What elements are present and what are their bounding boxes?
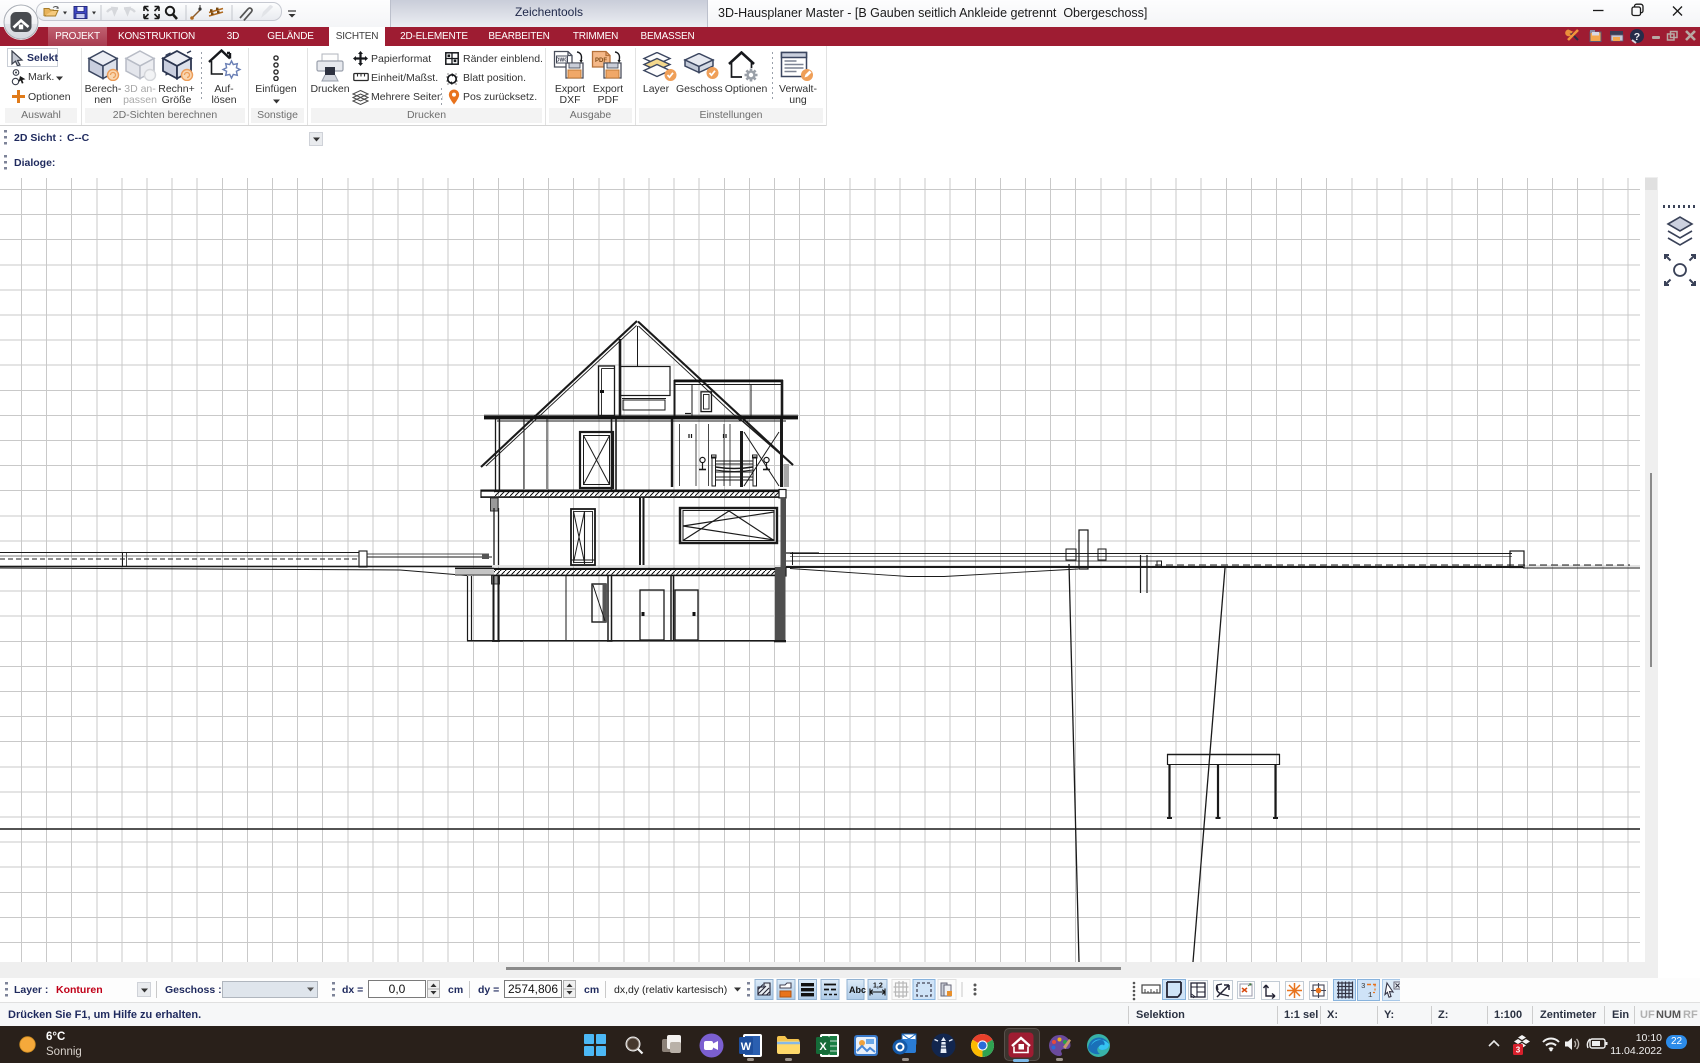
svg-text:Abc: Abc — [849, 985, 866, 995]
svg-text:1,2: 1,2 — [873, 983, 883, 990]
svg-text:X: X — [819, 1041, 827, 1053]
svg-text:3: 3 — [1361, 983, 1366, 991]
svg-text:3: 3 — [1516, 1046, 1521, 1055]
svg-text:1: 1 — [1368, 992, 1373, 1000]
svg-text:W: W — [741, 1041, 752, 1053]
